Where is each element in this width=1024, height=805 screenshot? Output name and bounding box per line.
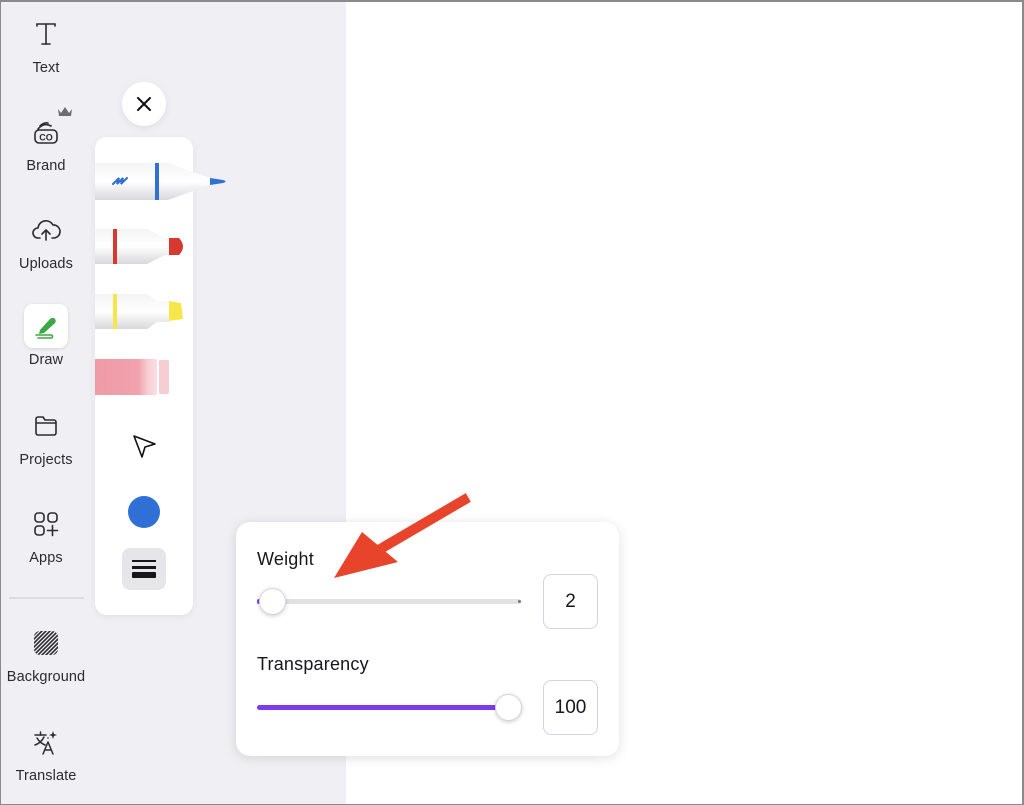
transparency-value-input[interactable]: 100 bbox=[543, 680, 598, 735]
sidebar-item-draw[interactable]: Draw bbox=[0, 304, 92, 384]
marker-icon bbox=[95, 229, 183, 264]
folder-icon bbox=[24, 404, 68, 448]
sidebar-item-label: Background bbox=[6, 669, 86, 685]
svg-text:CO: CO bbox=[39, 133, 53, 143]
slider-fill bbox=[257, 705, 508, 710]
brand-icon: CO bbox=[24, 107, 72, 154]
sidebar-item-label: Uploads bbox=[19, 256, 73, 272]
sidebar-item-uploads[interactable]: Uploads bbox=[0, 208, 92, 288]
sidebar-item-label: Projects bbox=[19, 452, 73, 468]
text-icon bbox=[24, 12, 68, 56]
slider-end-dot bbox=[518, 600, 521, 603]
weight-slider[interactable] bbox=[257, 588, 521, 615]
pen-tool[interactable] bbox=[95, 162, 229, 202]
transparency-slider[interactable] bbox=[257, 694, 522, 721]
cloud-upload-icon bbox=[24, 208, 68, 252]
line-weight-icon bbox=[132, 560, 156, 578]
close-icon bbox=[137, 97, 151, 111]
highlighter-tool[interactable] bbox=[95, 293, 187, 331]
sidebar-rail: Text CO Brand Uploads Draw Projects Apps… bbox=[0, 0, 92, 805]
apps-grid-icon bbox=[24, 502, 68, 546]
sidebar-item-brand[interactable]: CO Brand bbox=[0, 107, 92, 190]
close-draw-button[interactable] bbox=[122, 82, 166, 126]
pen-icon bbox=[95, 163, 226, 200]
select-tool[interactable] bbox=[126, 427, 162, 463]
highlighter-icon bbox=[95, 294, 183, 329]
marker-tool[interactable] bbox=[95, 228, 187, 266]
transparency-label: Transparency bbox=[257, 654, 369, 674]
weight-slider-thumb[interactable] bbox=[259, 588, 286, 615]
sidebar-divider bbox=[9, 597, 84, 599]
sidebar-item-text[interactable]: Text bbox=[0, 12, 92, 92]
weight-value-input[interactable]: 2 bbox=[543, 574, 598, 629]
sidebar-item-background[interactable]: Background bbox=[0, 621, 92, 701]
sidebar-item-label: Text bbox=[32, 60, 60, 76]
sidebar-item-label: Brand bbox=[26, 158, 66, 174]
color-picker-swatch[interactable] bbox=[128, 496, 160, 528]
sidebar-item-projects[interactable]: Projects bbox=[0, 404, 92, 484]
eraser-tool[interactable] bbox=[95, 358, 171, 396]
sidebar-item-translate[interactable]: Translate bbox=[0, 720, 92, 800]
background-hatch-icon bbox=[24, 621, 68, 665]
transparency-slider-thumb[interactable] bbox=[495, 694, 522, 721]
crown-icon bbox=[58, 107, 72, 116]
draw-pen-icon bbox=[24, 304, 68, 348]
sidebar-item-label: Draw bbox=[28, 352, 64, 368]
weight-label: Weight bbox=[257, 549, 314, 569]
weight-settings-button[interactable] bbox=[122, 548, 166, 590]
sidebar-item-label: Apps bbox=[29, 550, 63, 566]
pointer-arrow-icon bbox=[133, 435, 156, 458]
slider-track bbox=[257, 599, 521, 604]
translate-icon bbox=[24, 720, 68, 764]
draw-settings-popup: Weight 2 Transparency 100 bbox=[236, 522, 619, 756]
sidebar-item-apps[interactable]: Apps bbox=[0, 502, 92, 582]
sidebar-item-label: Translate bbox=[15, 768, 77, 784]
eraser-icon bbox=[95, 359, 169, 395]
